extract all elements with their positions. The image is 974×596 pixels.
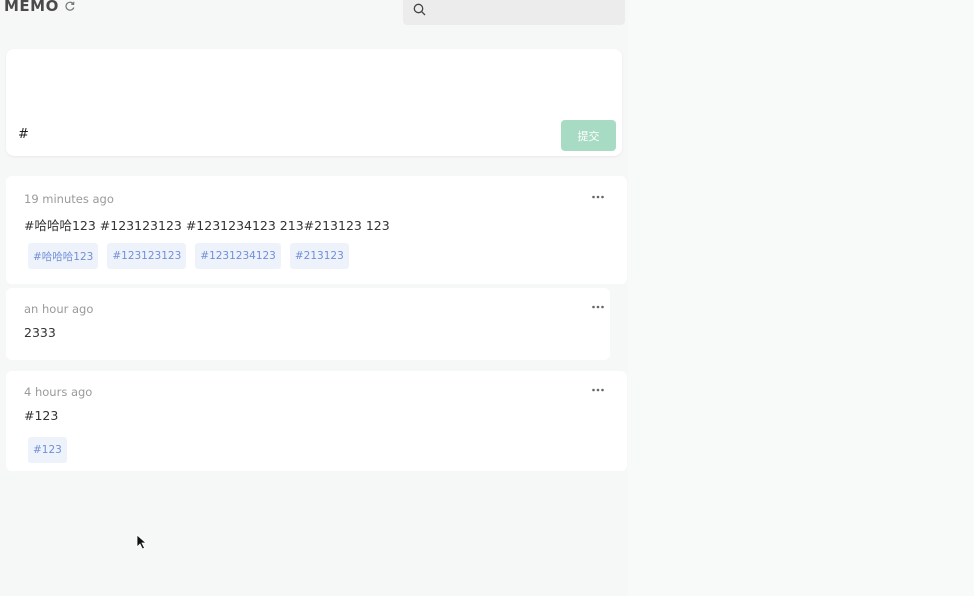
- more-icon[interactable]: [591, 194, 605, 200]
- more-icon[interactable]: [591, 304, 605, 310]
- tag-list: #123: [28, 437, 67, 463]
- memo-content: #123: [24, 408, 59, 423]
- app-title: MEMO: [4, 0, 59, 15]
- tag[interactable]: #123: [28, 437, 67, 463]
- submit-button[interactable]: 提交: [561, 120, 616, 151]
- header: MEMO: [0, 0, 628, 26]
- refresh-icon[interactable]: [64, 0, 76, 12]
- memo-time: 19 minutes ago: [24, 192, 114, 206]
- app: MEMO # 提交 19 minutes ago #哈哈哈123 #123123…: [0, 0, 974, 596]
- tag[interactable]: #213123: [289, 243, 349, 269]
- title-area: MEMO: [4, 0, 76, 15]
- tag[interactable]: #哈哈哈123: [28, 243, 99, 269]
- right-panel: [628, 0, 974, 596]
- memo-content: #哈哈哈123 #123123123 #1231234123 213#21312…: [24, 218, 390, 233]
- tag-list: #哈哈哈123 #123123123 #1231234123 #213123: [28, 243, 349, 269]
- editor-text[interactable]: #: [18, 127, 29, 142]
- tag[interactable]: #123123123: [107, 243, 187, 269]
- memo-time: 4 hours ago: [24, 385, 93, 399]
- more-icon[interactable]: [591, 387, 605, 393]
- search-input[interactable]: [432, 2, 612, 17]
- search-box[interactable]: [403, 0, 625, 25]
- cursor-icon: [136, 534, 147, 550]
- memo-card: 4 hours ago #123 #123: [6, 371, 627, 471]
- memo-card: 19 minutes ago #哈哈哈123 #123123123 #12312…: [6, 176, 627, 284]
- memo-editor[interactable]: # 提交: [6, 49, 622, 156]
- search-icon: [413, 3, 426, 16]
- tag[interactable]: #1231234123: [195, 243, 281, 269]
- memo-content: 2333: [24, 325, 56, 340]
- memo-time: an hour ago: [24, 302, 94, 316]
- memo-card: an hour ago 2333: [6, 288, 610, 360]
